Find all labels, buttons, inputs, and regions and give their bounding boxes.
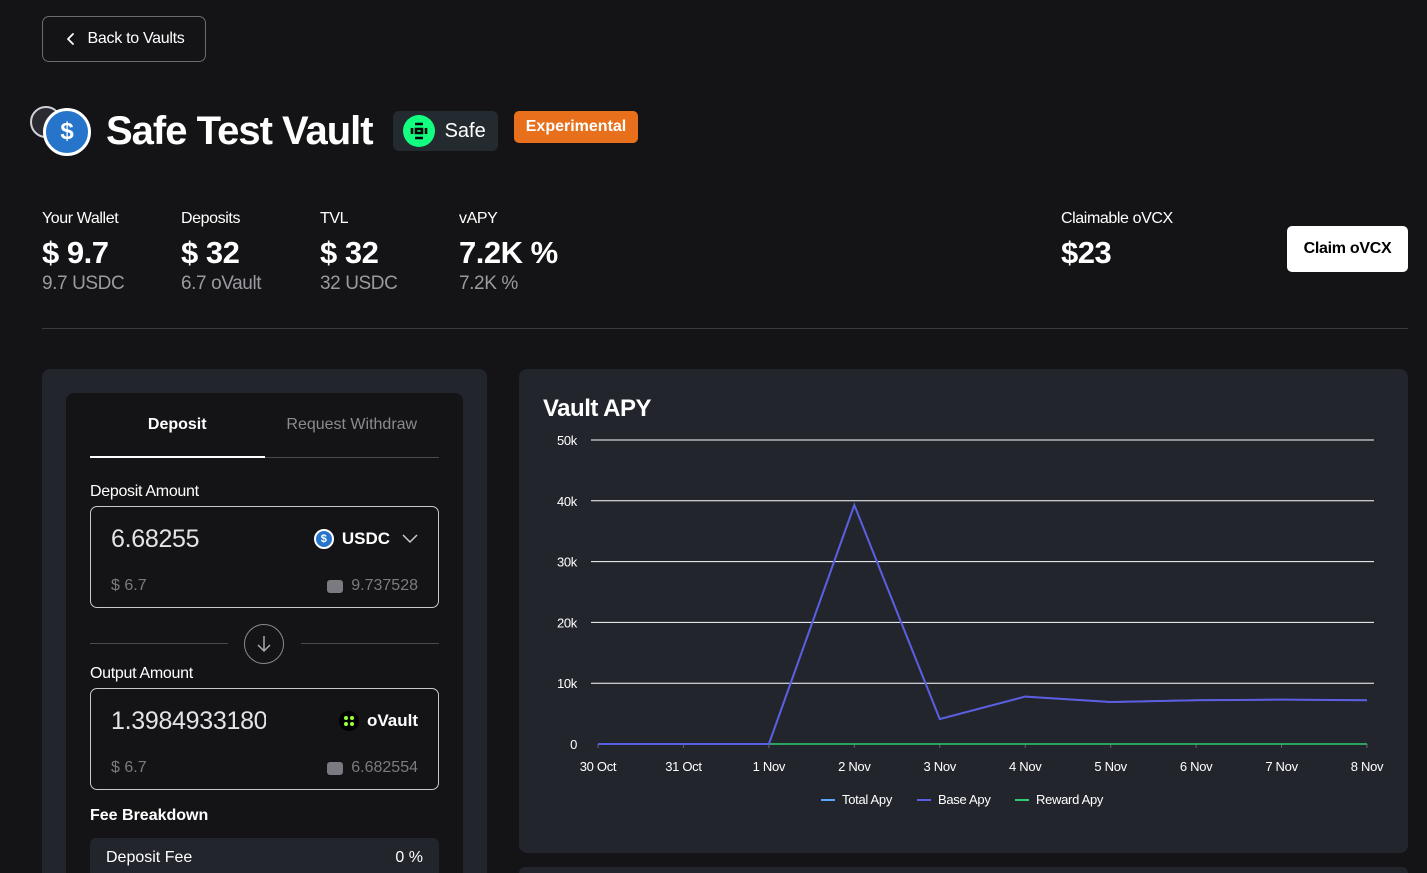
arrow-down-icon bbox=[244, 624, 284, 664]
y-tick-label: 10k bbox=[557, 676, 578, 691]
next-panel-edge bbox=[519, 867, 1408, 873]
deposit-token-label: USDC bbox=[341, 529, 390, 548]
stat-label: vAPY bbox=[459, 210, 498, 227]
chevron-left-icon bbox=[66, 33, 74, 45]
output-balance: 6.682554 bbox=[351, 759, 418, 776]
swap-direction bbox=[90, 624, 439, 664]
deposit-amount-input[interactable]: 6.68255 bbox=[111, 525, 266, 554]
usdc-icon: $ bbox=[313, 529, 334, 549]
stat-value: $ 9.7 bbox=[42, 235, 109, 270]
legend-label: Reward Apy bbox=[1036, 792, 1104, 807]
deposit-card: Deposit Request Withdraw Deposit Amount … bbox=[66, 393, 463, 873]
deposit-amount-label: Deposit Amount bbox=[90, 483, 199, 500]
x-tick-label: 30 Oct bbox=[580, 759, 617, 774]
tab-deposit[interactable]: Deposit bbox=[90, 393, 265, 458]
chevron-down-icon bbox=[402, 534, 418, 544]
deposit-token-select[interactable]: $ USDC bbox=[313, 529, 418, 549]
legend-label: Total Apy bbox=[842, 792, 893, 807]
divider-line bbox=[90, 643, 228, 644]
action-tabs: Deposit Request Withdraw bbox=[90, 393, 439, 458]
deposit-usd-value: $ 6.7 bbox=[111, 577, 147, 594]
stat-label: Claimable oVCX bbox=[1061, 210, 1173, 227]
apy-chart: 0 10k 20k 30k 40k 50k 30 Oct 31 Oct 1 Nov 2 Nov 3 … bbox=[557, 433, 1384, 807]
stat-label: TVL bbox=[320, 210, 349, 227]
wallet-icon bbox=[327, 761, 344, 775]
x-tick-label: 5 Nov bbox=[1094, 759, 1127, 774]
stat-claimable: Claimable oVCX $23 bbox=[1061, 210, 1221, 271]
fee-breakdown-label: Fee Breakdown bbox=[90, 807, 209, 824]
output-amount-input[interactable]: 1.39849331806 bbox=[111, 707, 266, 736]
x-tick-label: 4 Nov bbox=[1009, 759, 1042, 774]
stat-value: 7.2K % bbox=[459, 235, 558, 270]
stat-value: $ 32 bbox=[320, 235, 379, 270]
stat-vapy: vAPY 7.2K % 7.2K % bbox=[459, 210, 619, 295]
y-tick-label: 30k bbox=[557, 555, 578, 570]
deposit-fee-row: Deposit Fee 0 % bbox=[90, 838, 439, 873]
back-label: Back to Vaults bbox=[87, 30, 185, 47]
y-tick-label: 50k bbox=[557, 433, 578, 448]
page-title: Safe Test Vault bbox=[106, 108, 374, 153]
stat-sub: 32 USDC bbox=[320, 273, 398, 294]
deposit-fee-label: Deposit Fee bbox=[106, 849, 193, 866]
series-line-base-apy bbox=[598, 502, 1368, 745]
divider bbox=[42, 328, 1408, 329]
usdc-logo-icon: $ bbox=[43, 108, 91, 156]
deposit-amount-box: 6.68255 $ USDC $ 6.7 9.737528 bbox=[90, 506, 439, 608]
x-tick-label: 2 Nov bbox=[838, 759, 871, 774]
output-usd-value: $ 6.7 bbox=[111, 759, 147, 776]
vault-header: $ Safe Test Vault Safe Experimental bbox=[30, 104, 639, 158]
x-tick-label: 7 Nov bbox=[1265, 759, 1298, 774]
protocol-name: Safe bbox=[444, 119, 486, 142]
deposit-balance: 9.737528 bbox=[351, 577, 418, 594]
wallet-icon bbox=[327, 579, 344, 593]
y-tick-label: 0 bbox=[570, 737, 577, 752]
divider-line bbox=[301, 643, 439, 644]
claim-ovcx-button[interactable]: Claim oVCX bbox=[1287, 226, 1408, 272]
vault-apy-chart-panel: 0 10k 20k 30k 40k 50k 30 Oct 31 Oct 1 Nov 2 Nov 3 … bbox=[519, 369, 1408, 853]
safe-logo-icon bbox=[402, 115, 435, 147]
tab-request-withdraw[interactable]: Request Withdraw bbox=[265, 393, 440, 457]
experimental-badge: Experimental bbox=[513, 111, 639, 143]
stat-sub: 6.7 oVault bbox=[181, 273, 262, 294]
protocol-badge: Safe bbox=[392, 111, 498, 151]
stat-label: Your Wallet bbox=[42, 210, 119, 227]
chart-title: Vault APY bbox=[543, 395, 651, 422]
output-amount-box: 1.39849331806 oVault $ 6.7 6.682554 bbox=[90, 688, 439, 790]
x-tick-label: 6 Nov bbox=[1180, 759, 1213, 774]
back-to-vaults-button[interactable]: Back to Vaults bbox=[42, 16, 206, 62]
deposit-fee-value: 0 % bbox=[395, 849, 423, 866]
stat-sub: 7.2K % bbox=[459, 273, 518, 294]
output-token: oVault bbox=[338, 711, 418, 731]
x-tick-label: 31 Oct bbox=[665, 759, 702, 774]
output-balance-row: 6.682554 bbox=[327, 759, 418, 777]
stat-value: $ 32 bbox=[181, 235, 240, 270]
ovault-icon bbox=[338, 711, 359, 731]
stat-deposits: Deposits $ 32 6.7 oVault bbox=[181, 210, 321, 295]
legend-label: Base Apy bbox=[938, 792, 991, 807]
stat-value: $23 bbox=[1061, 235, 1112, 270]
stat-your-wallet: Your Wallet $ 9.7 9.7 USDC bbox=[42, 210, 182, 295]
stat-label: Deposits bbox=[181, 210, 241, 227]
stat-sub: 9.7 USDC bbox=[42, 273, 125, 294]
output-amount-label: Output Amount bbox=[90, 665, 193, 682]
deposit-max-balance[interactable]: 9.737528 bbox=[327, 577, 418, 595]
y-tick-label: 20k bbox=[557, 615, 578, 630]
x-tick-label: 8 Nov bbox=[1351, 759, 1384, 774]
stat-tvl: TVL $ 32 32 USDC bbox=[320, 210, 460, 295]
y-tick-label: 40k bbox=[557, 494, 578, 509]
deposit-panel: Deposit Request Withdraw Deposit Amount … bbox=[42, 369, 487, 873]
x-tick-label: 3 Nov bbox=[924, 759, 957, 774]
vault-logo: $ bbox=[30, 104, 92, 158]
output-token-label: oVault bbox=[366, 711, 418, 730]
x-tick-label: 1 Nov bbox=[753, 759, 786, 774]
